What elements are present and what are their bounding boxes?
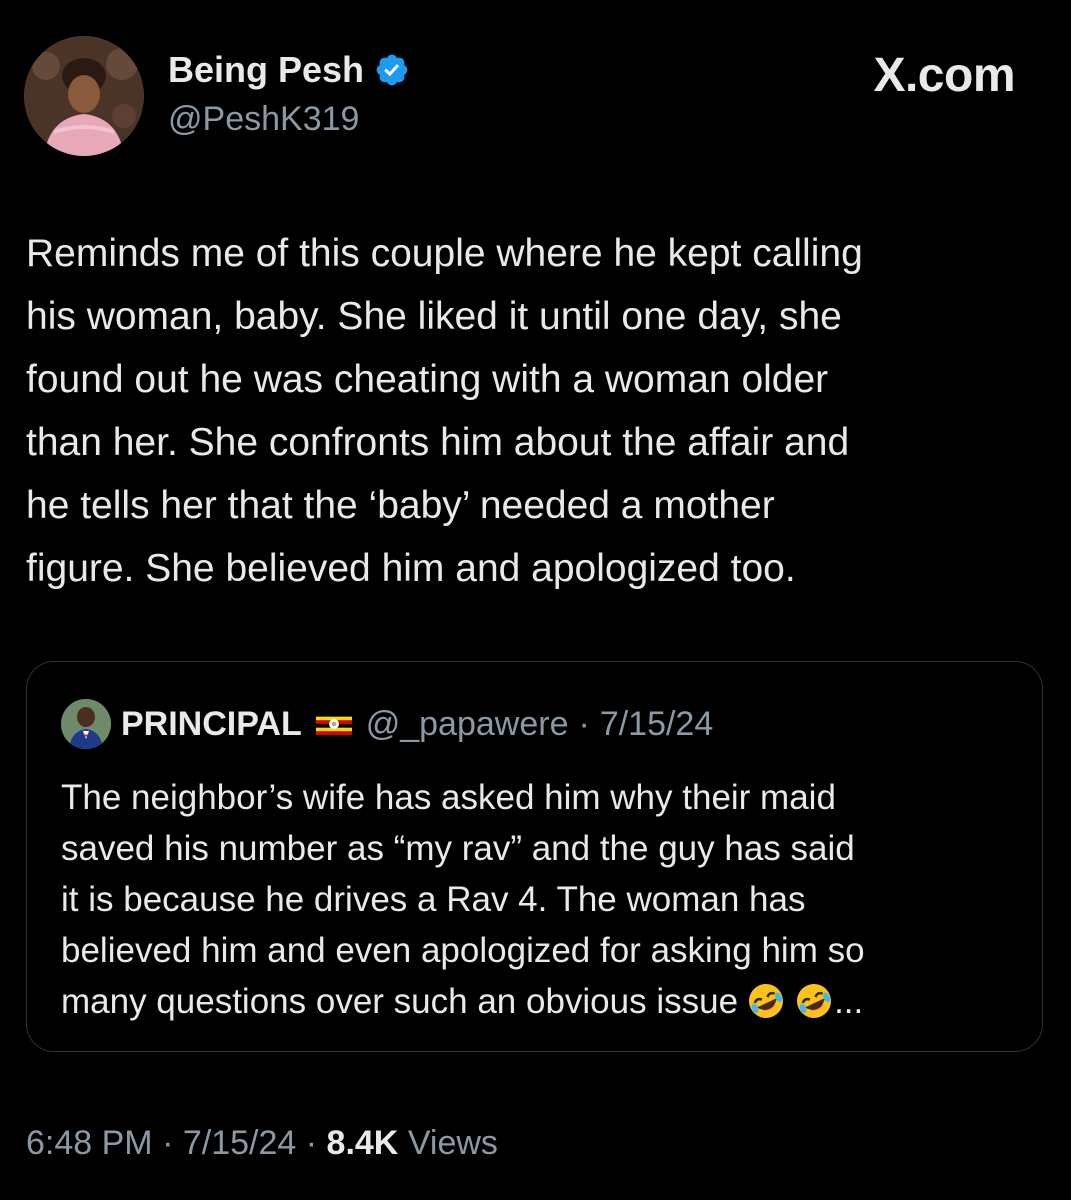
footer-separator: · (305, 1124, 318, 1162)
quoted-author-handle[interactable]: @_papawere (366, 705, 569, 744)
author-handle[interactable]: @PeshK319 (168, 98, 359, 140)
rolling-on-floor-laughing-emoji-icon (746, 981, 786, 1021)
verified-badge-icon (374, 52, 410, 88)
tweet-time[interactable]: 6:48 PM (26, 1124, 153, 1162)
quoted-tweet-header: PRINCIPAL @_papawere · 7/15/24 (61, 698, 713, 750)
quoted-meta-separator: · (578, 704, 590, 743)
author-name-row: Being Pesh (168, 48, 410, 92)
tweet-text: Reminds me of this couple where he kept … (26, 232, 863, 590)
quoted-tweet-date[interactable]: 7/15/24 (600, 705, 713, 744)
quoted-tweet-ellipsis: ... (834, 982, 864, 1021)
footer-separator: · (162, 1124, 174, 1162)
author-name[interactable]: Being Pesh (168, 48, 364, 92)
quoted-author-avatar[interactable] (61, 699, 111, 749)
quoted-author-name[interactable]: PRINCIPAL (121, 705, 302, 744)
views-label: Views (407, 1124, 498, 1162)
tweet-footer: 6:48 PM · 7/15/24 · 8.4K Views (26, 1120, 498, 1166)
quoted-tweet-card[interactable]: PRINCIPAL @_papawere · 7/15/24 The neigh… (26, 661, 1043, 1052)
quoted-tweet-text-content: The neighbor’s wife has asked him why th… (61, 778, 865, 1021)
views-count[interactable]: 8.4K (327, 1124, 399, 1162)
uganda-flag-icon (315, 713, 352, 735)
rolling-on-floor-laughing-emoji-icon (794, 981, 834, 1021)
brand-label: X.com (873, 49, 1015, 102)
quoted-tweet-text: The neighbor’s wife has asked him why th… (61, 772, 1021, 1027)
tweet-date[interactable]: 7/15/24 (183, 1124, 296, 1162)
author-avatar[interactable] (24, 36, 144, 156)
